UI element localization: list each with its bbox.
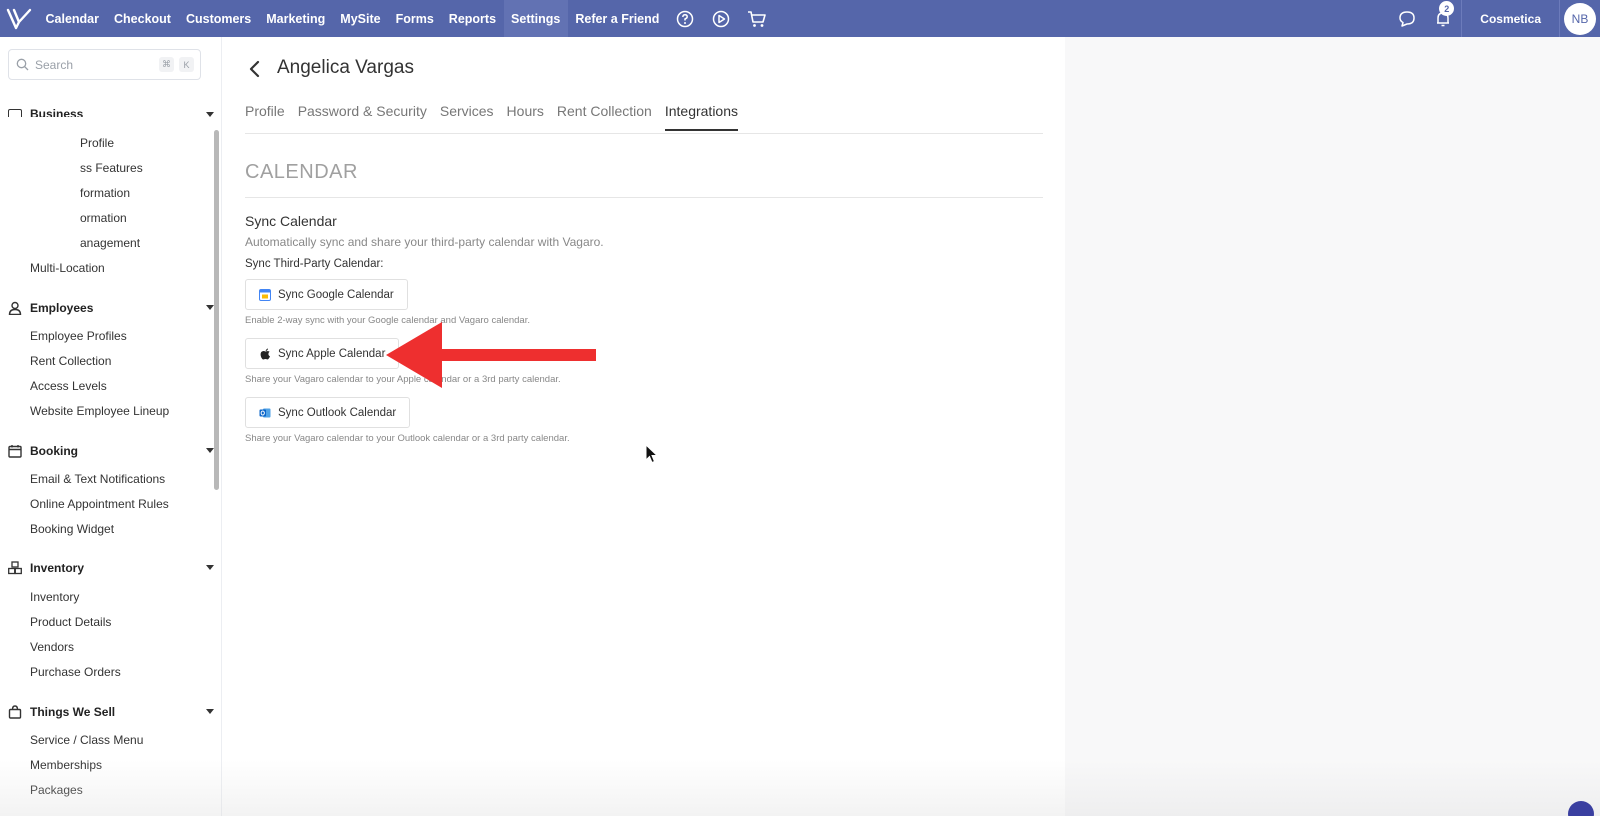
sidebar-item-employee-profiles[interactable]: Employee Profiles — [30, 329, 127, 343]
help-icon[interactable] — [667, 0, 703, 37]
sidebar-item-product-details[interactable]: Product Details — [30, 615, 111, 629]
sidebar-item-service-class-menu[interactable]: Service / Class Menu — [30, 733, 143, 747]
tab-password-security[interactable]: Password & Security — [298, 103, 427, 131]
sidebar-item-purchase-orders[interactable]: Purchase Orders — [30, 665, 121, 679]
sidebar-item-business-features[interactable]: ss Features — [80, 161, 143, 175]
shortcut-key-k: K — [179, 57, 194, 72]
sidebar-item-access-levels[interactable]: Access Levels — [30, 379, 107, 393]
section-divider — [245, 197, 1043, 198]
shortcut-key-cmd: ⌘ — [159, 57, 174, 72]
sidebar-item-memberships[interactable]: Memberships — [30, 758, 102, 772]
nav-customers[interactable]: Customers — [178, 0, 258, 37]
nav-marketing[interactable]: Marketing — [259, 0, 333, 37]
calendar-icon — [8, 445, 22, 458]
google-calendar-icon — [259, 288, 271, 301]
sidebar-item-rent-collection[interactable]: Rent Collection — [30, 354, 111, 368]
avatar[interactable]: NB — [1564, 2, 1596, 35]
sidebar-item-vendors[interactable]: Vendors — [30, 640, 74, 654]
page-title: Angelica Vargas — [277, 57, 414, 78]
annotation-arrow-icon — [386, 322, 596, 388]
outlook-icon — [259, 407, 271, 419]
sidebar-item-packages[interactable]: Packages — [30, 783, 83, 797]
sync-calendar-heading: Sync Calendar — [245, 213, 337, 229]
sidebar-item-inventory[interactable]: Inventory — [30, 590, 79, 604]
nav-forms[interactable]: Forms — [388, 0, 441, 37]
sidebar-item-booking-widget[interactable]: Booking Widget — [30, 522, 114, 536]
sidebar-scrollbar[interactable] — [214, 130, 219, 490]
section-title: CALENDAR — [245, 161, 358, 183]
nav-refer-a-friend[interactable]: Refer a Friend — [568, 0, 667, 37]
main-content: Angelica Vargas Profile Password & Secur… — [222, 37, 1065, 816]
sync-third-party-label: Sync Third-Party Calendar: — [245, 258, 384, 270]
sidebar-item-business-profile[interactable]: Profile — [80, 136, 114, 150]
search-input[interactable]: Search ⌘ K — [8, 49, 201, 80]
nav-settings[interactable]: Settings — [503, 0, 568, 37]
tab-profile[interactable]: Profile — [245, 103, 285, 131]
chevron-down-icon — [206, 709, 214, 714]
sync-outlook-calendar-button[interactable]: Sync Outlook Calendar — [245, 397, 411, 428]
sidebar-item-business-information[interactable]: formation — [80, 186, 130, 200]
nav-reports[interactable]: Reports — [441, 0, 503, 37]
tab-hours[interactable]: Hours — [507, 103, 544, 131]
search-placeholder: Search — [35, 57, 74, 72]
tab-bar: Profile Password & Security Services Hou… — [245, 103, 751, 131]
sidebar-section-things-we-sell[interactable]: Things We Sell — [8, 702, 214, 722]
business-name[interactable]: Cosmetica — [1461, 0, 1560, 37]
mouse-cursor-icon — [645, 444, 659, 464]
user-icon — [8, 301, 22, 315]
sidebar-section-employees[interactable]: Employees — [8, 298, 214, 318]
empty-right-pane — [1065, 37, 1600, 816]
tab-services[interactable]: Services — [440, 103, 494, 131]
nav-mysite[interactable]: MySite — [333, 0, 388, 37]
top-nav: Calendar Checkout Customers Marketing My… — [0, 0, 1600, 37]
shopping-bag-icon — [8, 705, 22, 719]
sidebar-item-multi-location[interactable]: Multi-Location — [30, 261, 105, 275]
sidebar-section-inventory[interactable]: Inventory — [8, 558, 214, 578]
cart-icon[interactable] — [739, 0, 775, 37]
sync-apple-calendar-label: Sync Apple Calendar — [278, 347, 386, 360]
sync-calendar-description: Automatically sync and share your third-… — [245, 235, 604, 249]
tab-integrations[interactable]: Integrations — [664, 103, 739, 131]
boxes-icon — [8, 561, 22, 575]
chevron-down-icon — [206, 448, 214, 453]
sync-apple-calendar-button[interactable]: Sync Apple Calendar — [245, 338, 400, 369]
sidebar-item-contact-information[interactable]: ormation — [80, 211, 127, 225]
sidebar-section-booking[interactable]: Booking — [8, 441, 214, 461]
apple-icon — [259, 348, 271, 360]
sidebar-item-email-text-notifications[interactable]: Email & Text Notifications — [30, 472, 165, 486]
nav-calendar[interactable]: Calendar — [38, 0, 107, 37]
search-icon — [16, 58, 29, 71]
sync-google-calendar-label: Sync Google Calendar — [278, 288, 394, 301]
tab-rent-collection[interactable]: Rent Collection — [557, 103, 652, 131]
outlook-helper-text: Share your Vagaro calendar to your Outlo… — [245, 433, 570, 444]
sync-outlook-calendar-label: Sync Outlook Calendar — [278, 406, 397, 419]
chat-icon[interactable] — [1389, 0, 1425, 37]
sync-google-calendar-button[interactable]: Sync Google Calendar — [245, 279, 408, 310]
nav-checkout[interactable]: Checkout — [107, 0, 179, 37]
play-icon[interactable] — [703, 0, 739, 37]
sidebar: Search ⌘ K Business Profile ss Features … — [0, 37, 222, 816]
sidebar-item-management[interactable]: anagement — [80, 236, 140, 250]
sidebar-item-online-appointment-rules[interactable]: Online Appointment Rules — [30, 497, 169, 511]
sidebar-section-business[interactable]: Business — [8, 109, 214, 117]
notification-bell-icon[interactable]: 2 — [1425, 0, 1461, 37]
chevron-down-icon — [206, 565, 214, 570]
sidebar-item-website-employee-lineup[interactable]: Website Employee Lineup — [30, 404, 169, 418]
chevron-down-icon — [206, 305, 214, 310]
business-items-clipped: Profile ss Features formation ormation a… — [30, 130, 210, 260]
tab-divider — [245, 133, 1043, 134]
vagaro-logo-icon[interactable] — [0, 0, 38, 37]
back-arrow-icon[interactable] — [248, 60, 260, 83]
